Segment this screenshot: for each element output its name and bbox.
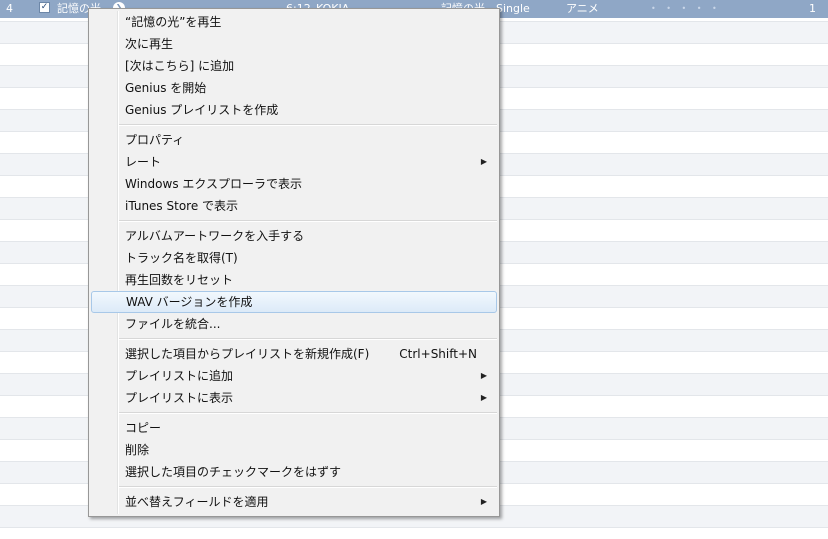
itunes-window: 4 ✓ 記憶の光 ❯ 6:12 KOKIA 記憶の光 - Single アニメ … bbox=[0, 0, 828, 539]
menu-item[interactable]: “記憶の光”を再生 bbox=[91, 11, 497, 33]
track-genre: アニメ bbox=[566, 2, 599, 15]
menu-item[interactable]: プレイリストに追加 ▶ bbox=[91, 365, 497, 387]
menu-item-label: 選択した項目からプレイリストを新規作成(F) bbox=[125, 347, 370, 361]
menu-separator bbox=[119, 121, 497, 129]
menu-item-label: 並べ替えフィールドを適用 bbox=[125, 495, 269, 509]
menu-separator bbox=[119, 335, 497, 343]
menu-item[interactable]: 選択した項目のチェックマークをはずす bbox=[91, 461, 497, 483]
menu-item[interactable]: 選択した項目からプレイリストを新規作成(F) Ctrl+Shift+N bbox=[91, 343, 497, 365]
menu-item-label: アルバムアートワークを入手する bbox=[125, 229, 305, 243]
submenu-arrow-icon: ▶ bbox=[480, 393, 487, 402]
menu-item-label: コピー bbox=[125, 421, 162, 435]
menu-item-label: iTunes Store で表示 bbox=[125, 199, 239, 213]
menu-item-shortcut: Ctrl+Shift+N bbox=[399, 347, 477, 361]
menu-item-label: ファイルを統合... bbox=[125, 317, 221, 331]
menu-item-label: WAV バージョンを作成 bbox=[126, 295, 253, 309]
menu-item-label: 選択した項目のチェックマークをはずす bbox=[125, 465, 342, 479]
menu-item[interactable]: Windows エクスプローラで表示 bbox=[91, 173, 497, 195]
menu-item[interactable]: トラック名を取得(T) bbox=[91, 247, 497, 269]
menu-separator bbox=[119, 483, 497, 491]
menu-item[interactable]: ファイルを統合... bbox=[91, 313, 497, 335]
menu-item-label: 削除 bbox=[125, 443, 150, 457]
submenu-arrow-icon: ▶ bbox=[480, 371, 487, 380]
menu-item[interactable]: [次はこちら] に追加 bbox=[91, 55, 497, 77]
menu-item-label: プレイリストに表示 bbox=[125, 391, 234, 405]
menu-item-label: Genius を開始 bbox=[125, 81, 207, 95]
track-checkbox[interactable]: ✓ bbox=[39, 2, 50, 13]
menu-item[interactable]: レート ▶ bbox=[91, 151, 497, 173]
menu-item-label: “記憶の光”を再生 bbox=[125, 15, 222, 29]
menu-item[interactable]: WAV バージョンを作成 bbox=[91, 291, 497, 313]
menu-item-label: レート bbox=[125, 155, 162, 169]
menu-item[interactable]: プレイリストに表示 ▶ bbox=[91, 387, 497, 409]
menu-item[interactable]: 削除 bbox=[91, 439, 497, 461]
menu-item-label: 再生回数をリセット bbox=[125, 273, 234, 287]
menu-item[interactable]: Genius を開始 bbox=[91, 77, 497, 99]
menu-item-label: [次はこちら] に追加 bbox=[125, 59, 235, 73]
menu-item-label: 次に再生 bbox=[125, 37, 174, 51]
menu-item[interactable]: 再生回数をリセット bbox=[91, 269, 497, 291]
menu-item[interactable]: 次に再生 bbox=[91, 33, 497, 55]
menu-item[interactable]: iTunes Store で表示 bbox=[91, 195, 497, 217]
menu-item-label: プレイリストに追加 bbox=[125, 369, 234, 383]
menu-separator bbox=[119, 217, 497, 225]
menu-item[interactable]: アルバムアートワークを入手する bbox=[91, 225, 497, 247]
submenu-arrow-icon: ▶ bbox=[480, 497, 487, 506]
track-number: 4 bbox=[6, 2, 13, 15]
context-menu: “記憶の光”を再生 次に再生 [次はこちら] に追加 Genius を開始 Genius… bbox=[88, 8, 500, 517]
menu-item[interactable]: プロパティ bbox=[91, 129, 497, 151]
submenu-arrow-icon: ▶ bbox=[480, 157, 487, 166]
menu-item-label: プロパティ bbox=[125, 133, 185, 147]
track-rating[interactable]: • • • • • bbox=[651, 0, 721, 17]
menu-item[interactable]: コピー bbox=[91, 417, 497, 439]
track-play-count: 1 bbox=[809, 2, 816, 15]
menu-separator bbox=[119, 409, 497, 417]
menu-item-label: Genius プレイリストを作成 bbox=[125, 103, 279, 117]
menu-item-label: トラック名を取得(T) bbox=[125, 251, 238, 265]
menu-item-label: Windows エクスプローラで表示 bbox=[125, 177, 303, 191]
menu-item[interactable]: 並べ替えフィールドを適用 ▶ bbox=[91, 491, 497, 513]
table-row[interactable] bbox=[0, 528, 828, 539]
menu-item[interactable]: Genius プレイリストを作成 bbox=[91, 99, 497, 121]
